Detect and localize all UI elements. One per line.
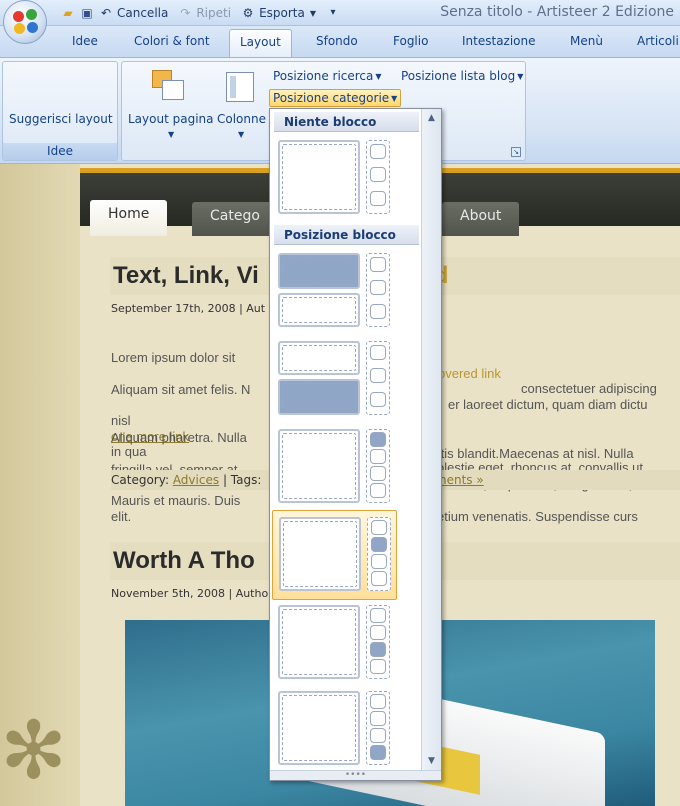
main-area-shape [278, 429, 360, 503]
customize-toolbar-icon[interactable]: ▾ [325, 5, 341, 21]
nav-home[interactable]: Home [90, 200, 168, 236]
main-area-shape [278, 140, 360, 214]
post-1-meta: September 17th, 2008 | Aut [111, 302, 266, 315]
main-area-shape [278, 605, 360, 679]
section-position-header: Posizione blocco [274, 225, 419, 245]
search-position-dropdown-icon: ▼ [375, 72, 382, 81]
export-icon[interactable]: ⚙ [240, 5, 256, 21]
orb-blue-dot-icon [27, 22, 38, 33]
gallery-option-no-block[interactable] [276, 138, 392, 220]
search-position-label: Posizione ricerca [273, 69, 374, 83]
title-bar: ▰ ▣ ↶ Cancella ↷ Ripeti ⚙ Esporta ▼ ▾ Se… [0, 0, 680, 44]
redo-button[interactable]: Ripeti [196, 6, 231, 20]
scroll-up-icon[interactable]: ▲ [422, 113, 441, 123]
gallery-scrollbar[interactable]: ▲ ▼ [421, 109, 441, 780]
blog-list-position-dropdown-icon: ▼ [517, 72, 524, 81]
page-layout-dropdown-icon[interactable]: ▼ [168, 130, 174, 139]
block-top-shape [278, 253, 360, 289]
categories-position-gallery: Niente blocco Posizione blocco ▲ ▼ •••• [269, 108, 442, 781]
categories-position-dropdown-icon: ▼ [391, 94, 398, 103]
undo-button[interactable]: Cancella [117, 6, 168, 20]
ideas-group: Suggerisci layout Idee [2, 61, 118, 161]
gallery-option-side-1[interactable] [276, 427, 392, 509]
tab-sfondo[interactable]: Sfondo [316, 34, 358, 48]
para1-line2-a: Aliquam sit amet felis. N [111, 381, 251, 397]
gallery-option-side-3[interactable] [276, 603, 392, 685]
tab-idee[interactable]: Idee [72, 34, 98, 48]
nav-about[interactable]: About [442, 202, 520, 236]
para2-line1-a: Aliquam pharetra. Nulla [111, 430, 247, 445]
tab-layout[interactable]: Layout [229, 29, 292, 59]
tab-intestazione[interactable]: Intestazione [462, 34, 536, 48]
side-column-shape [366, 341, 390, 415]
post-title-1-text: Text, Link, Vi [113, 262, 259, 289]
tab-colori-font[interactable]: Colori & font [134, 34, 210, 48]
main-area-shape [278, 691, 360, 765]
orb-red-dot-icon [13, 11, 24, 22]
main-area-shape [278, 341, 360, 375]
palm-decoration-icon: ✻ [0, 704, 68, 797]
main-area-shape [279, 517, 361, 591]
side-column-shape [366, 429, 390, 503]
export-dropdown-icon[interactable]: ▼ [310, 9, 316, 18]
categories-position-button[interactable]: Posizione categorie ▼ [269, 89, 402, 107]
gallery-option-side-2-selected[interactable] [272, 510, 397, 600]
suggest-layout-button[interactable]: Suggerisci layout [9, 112, 113, 126]
save-icon[interactable]: ▣ [79, 5, 95, 21]
window-title: Senza titolo - Artisteer 2 Edizione [440, 4, 674, 20]
application-orb-button[interactable] [3, 0, 47, 44]
side-column-shape [366, 691, 390, 765]
ideas-group-label: Idee [3, 143, 117, 160]
category-label: Category: [111, 473, 169, 487]
nav-categories[interactable]: Catego [192, 202, 272, 236]
columns-button[interactable]: Colonne [217, 112, 266, 126]
category-advices-link[interactable]: Advices [173, 473, 219, 487]
gallery-option-side-4[interactable] [276, 689, 392, 771]
side-column-shape [366, 605, 390, 679]
side-column-shape [366, 253, 390, 327]
side-column-shape [367, 517, 391, 591]
tags-label: | Tags: [222, 473, 262, 487]
tab-foglio[interactable]: Foglio [393, 34, 428, 48]
tab-menu[interactable]: Menù [570, 34, 603, 48]
para2-line3-a: Mauris et mauris. Duis [111, 493, 241, 508]
para2-line3-b: etium venenatis. Suspendisse curs [437, 508, 638, 524]
dialog-launcher-icon[interactable]: ↘ [511, 147, 521, 157]
orb-green-dot-icon [26, 9, 37, 20]
blog-list-position-label: Posizione lista blog [401, 69, 516, 83]
para1-text-a: Lorem ipsum dolor sit [111, 350, 236, 365]
scroll-down-icon[interactable]: ▼ [422, 756, 441, 766]
categories-position-label: Posizione categorie [273, 91, 390, 105]
columns-icon[interactable] [226, 72, 254, 102]
redo-icon[interactable]: ↷ [177, 5, 193, 21]
undo-icon[interactable]: ↶ [98, 5, 114, 21]
side-column-shape [366, 140, 390, 214]
gallery-option-block-top[interactable] [276, 251, 392, 333]
export-button[interactable]: Esporta [259, 6, 305, 20]
blog-list-position-button[interactable]: Posizione lista blog ▼ [401, 69, 523, 83]
section-none-header: Niente blocco [274, 112, 419, 132]
columns-dropdown-icon[interactable]: ▼ [238, 130, 244, 139]
ribbon-tabs: Idee Colori & font Layout Sfondo Foglio … [0, 26, 680, 59]
comments-link[interactable]: nents » [439, 473, 484, 487]
open-folder-icon[interactable]: ▰ [60, 5, 76, 21]
main-area-shape [278, 293, 360, 327]
para1-text-b: consectetuer adipiscing [521, 381, 657, 396]
post-2-meta: November 5th, 2008 | Autho [111, 587, 269, 600]
block-bottom-shape [278, 379, 360, 415]
page-layout-icon[interactable] [152, 70, 186, 102]
resize-grip-icon[interactable]: •••• [270, 770, 441, 780]
quick-access-toolbar: ▰ ▣ ↶ Cancella ↷ Ripeti ⚙ Esporta ▼ ▾ [60, 3, 341, 23]
orb-yellow-dot-icon [14, 23, 25, 34]
page-layout-button[interactable]: Layout pagina [128, 112, 214, 126]
search-position-button[interactable]: Posizione ricerca ▼ [273, 69, 382, 83]
tab-articoli[interactable]: Articoli [637, 34, 679, 48]
gallery-option-block-bottom[interactable] [276, 339, 392, 421]
